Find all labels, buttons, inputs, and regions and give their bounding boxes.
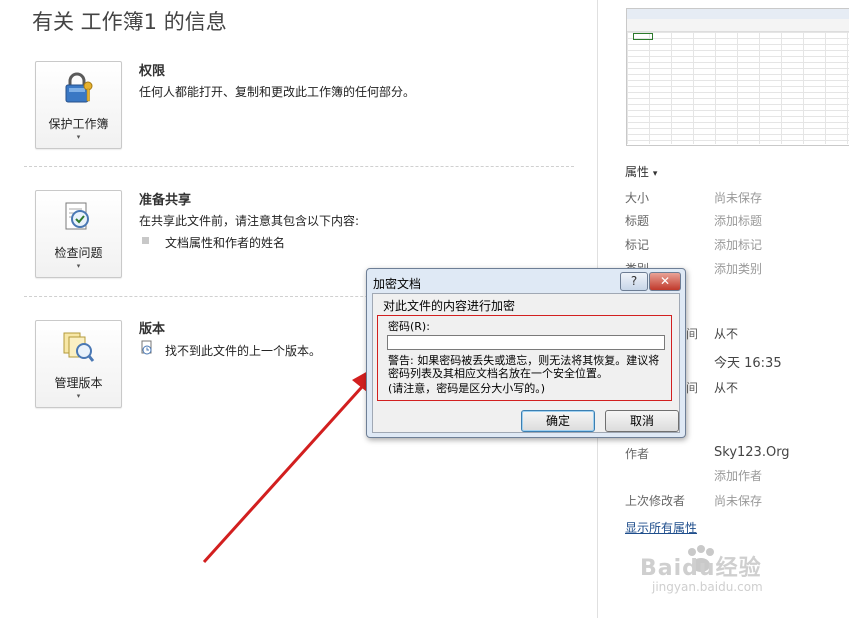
watermark-url: jingyan.baidu.com bbox=[652, 580, 763, 594]
help-icon: ? bbox=[630, 274, 638, 288]
cancel-button[interactable]: 取消 bbox=[605, 410, 679, 432]
encrypt-document-dialog: 加密文档 ? ✕ 对此文件的内容进行加密 密码(R): 警告: 如果密码被丢失或… bbox=[366, 268, 686, 438]
baidu-watermark: Baidu经验 jingyan.baidu.com bbox=[640, 540, 810, 602]
password-input[interactable] bbox=[387, 335, 665, 350]
password-label: 密码(R): bbox=[388, 320, 430, 333]
ok-button[interactable]: 确定 bbox=[521, 410, 595, 432]
dialog-title: 加密文档 bbox=[373, 277, 422, 291]
dialog-body: 对此文件的内容进行加密 密码(R): 警告: 如果密码被丢失或遗忘，则无法将其恢… bbox=[372, 293, 680, 433]
warning-text: 警告: 如果密码被丢失或遗忘，则无法将其恢复。建议将密码列表及其相应文档名放在一… bbox=[388, 354, 660, 380]
close-button[interactable]: ✕ bbox=[649, 272, 681, 291]
case-sensitive-note: (请注意，密码是区分大小写的。) bbox=[388, 382, 546, 395]
close-icon: ✕ bbox=[659, 274, 671, 288]
group-label: 对此文件的内容进行加密 bbox=[383, 299, 516, 313]
help-button[interactable]: ? bbox=[620, 272, 648, 291]
watermark-brand: Baidu经验 bbox=[640, 556, 762, 581]
